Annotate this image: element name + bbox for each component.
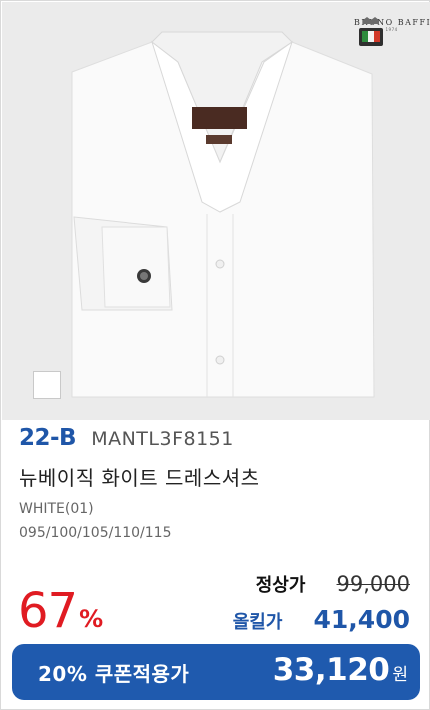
color-swatch[interactable] — [33, 371, 61, 399]
regular-price-label: 정상가 — [255, 575, 306, 596]
brand-logo: BRUNO BAFFI est. 1974 — [354, 16, 430, 46]
product-color: WHITE(01) — [19, 501, 94, 517]
product-image[interactable]: BRUNO BAFFI est. 1974 — [2, 2, 430, 420]
sale-price-row: 올킬가 41,400 — [233, 605, 410, 634]
regular-price-row: 정상가 99,000 — [256, 571, 410, 597]
model-number: MANTL3F8151 — [91, 428, 234, 450]
coupon-price-unit: 원 — [392, 665, 408, 685]
discount-unit: % — [79, 605, 104, 633]
coupon-price: 33,120 원 — [273, 652, 408, 688]
product-card[interactable]: BRUNO BAFFI est. 1974 22-B MANTL3F8151 뉴… — [0, 0, 430, 710]
sale-price-label: 올킬가 — [232, 612, 283, 633]
coupon-price-value: 33,120 — [272, 652, 390, 688]
product-sizes: 095/100/105/110/115 — [19, 525, 172, 541]
product-name[interactable]: 뉴베이직 화이트 드레스셔츠 — [19, 462, 260, 491]
product-code-row: 22-B MANTL3F8151 — [19, 425, 234, 451]
product-code: 22-B — [19, 425, 77, 451]
coupon-label: 20% 쿠폰적용가 — [38, 662, 190, 686]
discount-rate: 67% — [18, 583, 103, 639]
crest-icon — [359, 17, 383, 46]
shirt-image — [71, 31, 375, 398]
sale-price: 41,400 — [313, 605, 410, 634]
regular-price: 99,000 — [336, 572, 410, 596]
discount-value: 67 — [18, 583, 78, 639]
coupon-price-banner[interactable]: 20% 쿠폰적용가 33,120 원 — [12, 644, 420, 700]
